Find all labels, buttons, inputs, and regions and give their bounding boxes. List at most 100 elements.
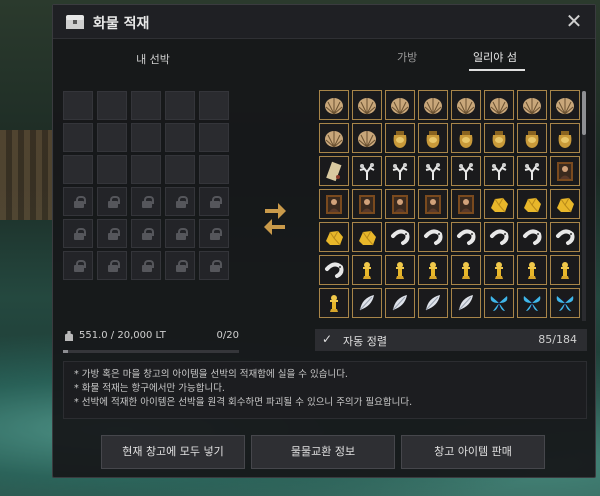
storage-item-coral[interactable] (484, 156, 514, 186)
shell-icon (391, 98, 409, 115)
storage-item-sack[interactable] (550, 123, 580, 153)
chest-icon (66, 15, 84, 29)
feather-icon (458, 295, 473, 311)
storage-item-feather[interactable] (451, 288, 481, 318)
storage-item-shell[interactable] (418, 90, 448, 120)
storage-item-sack[interactable] (418, 123, 448, 153)
storage-item-gold[interactable] (517, 189, 547, 219)
shrimp-icon (325, 262, 344, 278)
storage-item-shell[interactable] (484, 90, 514, 120)
lock-icon (176, 260, 188, 272)
load-all-button[interactable]: 현재 창고에 모두 넣기 (101, 435, 245, 469)
cargo-slot[interactable] (97, 91, 127, 120)
cargo-slot[interactable] (165, 155, 195, 184)
storage-item-portrait[interactable] (451, 189, 481, 219)
storage-item-coral[interactable] (385, 156, 415, 186)
storage-item-portrait[interactable] (418, 189, 448, 219)
statue-icon (330, 295, 338, 312)
storage-scrollbar[interactable] (582, 91, 586, 321)
cargo-slot[interactable] (131, 123, 161, 152)
storage-item-statue[interactable] (484, 255, 514, 285)
storage-item-shrimp[interactable] (517, 222, 547, 252)
storage-item-shell[interactable] (319, 90, 349, 120)
storage-item-portrait[interactable] (352, 189, 382, 219)
storage-item-scroll[interactable] (319, 156, 349, 186)
storage-item-coral[interactable] (517, 156, 547, 186)
statue-icon (528, 262, 536, 279)
storage-item-coral[interactable] (352, 156, 382, 186)
portrait-icon (392, 195, 408, 214)
cargo-slot[interactable] (165, 91, 195, 120)
storage-item-shrimp[interactable] (319, 255, 349, 285)
storage-item-statue[interactable] (451, 255, 481, 285)
storage-item-statue[interactable] (319, 288, 349, 318)
storage-item-coral[interactable] (418, 156, 448, 186)
storage-item-statue[interactable] (385, 255, 415, 285)
storage-item-statue[interactable] (418, 255, 448, 285)
storage-item-shrimp[interactable] (550, 222, 580, 252)
cargo-slot[interactable] (131, 155, 161, 184)
lock-icon (176, 228, 188, 240)
coral-icon (524, 163, 540, 180)
auto-sort-checkbox[interactable]: ✓ (322, 332, 332, 346)
cargo-slot[interactable] (97, 123, 127, 152)
storage-item-feather[interactable] (418, 288, 448, 318)
close-button[interactable]: ✕ (563, 11, 585, 33)
cargo-slot[interactable] (63, 123, 93, 152)
sack-icon (558, 131, 572, 148)
cargo-slot[interactable] (97, 155, 127, 184)
storage-item-sack[interactable] (451, 123, 481, 153)
storage-item-gold[interactable] (352, 222, 382, 252)
storage-item-portrait[interactable] (550, 156, 580, 186)
sell-items-button[interactable]: 창고 아이템 판매 (401, 435, 545, 469)
storage-item-shell[interactable] (385, 90, 415, 120)
lock-icon (142, 260, 154, 272)
cargo-slot[interactable] (199, 155, 229, 184)
storage-item-portrait[interactable] (385, 189, 415, 219)
storage-item-shell[interactable] (550, 90, 580, 120)
lock-icon (142, 196, 154, 208)
storage-item-shrimp[interactable] (418, 222, 448, 252)
tab-bag[interactable]: 가방 (397, 49, 417, 65)
storage-item-feather[interactable] (385, 288, 415, 318)
locked-cargo-slot (131, 219, 161, 248)
barter-info-button[interactable]: 물물교환 정보 (251, 435, 395, 469)
cargo-slot[interactable] (199, 123, 229, 152)
scroll-thumb[interactable] (582, 91, 586, 135)
storage-item-statue[interactable] (517, 255, 547, 285)
storage-item-shrimp[interactable] (484, 222, 514, 252)
storage-item-portrait[interactable] (319, 189, 349, 219)
storage-item-butterfly[interactable] (517, 288, 547, 318)
storage-item-shell[interactable] (451, 90, 481, 120)
auto-sort-label: 자동 정렬 (343, 335, 387, 348)
storage-item-gold[interactable] (550, 189, 580, 219)
cargo-slot[interactable] (165, 123, 195, 152)
shell-icon (358, 98, 376, 115)
storage-item-coral[interactable] (451, 156, 481, 186)
storage-item-butterfly[interactable] (550, 288, 580, 318)
cargo-slot[interactable] (63, 155, 93, 184)
storage-item-sack[interactable] (385, 123, 415, 153)
storage-item-shell[interactable] (352, 90, 382, 120)
storage-item-shell[interactable] (352, 123, 382, 153)
storage-item-statue[interactable] (352, 255, 382, 285)
notice-line: * 선박에 적재한 아이템은 선박을 원격 회수하면 파괴될 수 있으니 주의가… (74, 397, 413, 408)
storage-capacity: 85/184 (538, 333, 577, 346)
storage-item-gold[interactable] (319, 222, 349, 252)
cargo-slot[interactable] (63, 91, 93, 120)
storage-item-shrimp[interactable] (451, 222, 481, 252)
storage-item-feather[interactable] (352, 288, 382, 318)
tab-iliya-island[interactable]: 일리야 섬 (473, 49, 517, 65)
storage-item-sack[interactable] (517, 123, 547, 153)
cargo-slot[interactable] (131, 91, 161, 120)
feather-icon (392, 295, 407, 311)
storage-item-butterfly[interactable] (484, 288, 514, 318)
sack-icon (459, 131, 473, 148)
storage-item-shell[interactable] (319, 123, 349, 153)
storage-item-statue[interactable] (550, 255, 580, 285)
storage-item-shrimp[interactable] (385, 222, 415, 252)
storage-item-sack[interactable] (484, 123, 514, 153)
storage-item-shell[interactable] (517, 90, 547, 120)
cargo-slot[interactable] (199, 91, 229, 120)
storage-item-gold[interactable] (484, 189, 514, 219)
